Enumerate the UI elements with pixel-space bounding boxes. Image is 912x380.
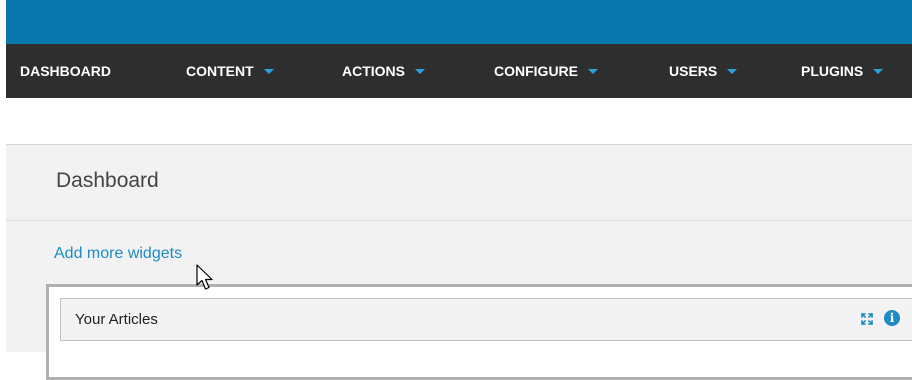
- widget-area: Your Articles i: [46, 284, 912, 380]
- caret-down-icon: [263, 69, 274, 74]
- page-header: Dashboard: [6, 145, 912, 221]
- nav-item-label: ACTIONS: [342, 63, 405, 79]
- window-edge: [0, 0, 6, 352]
- info-icon[interactable]: i: [884, 310, 900, 326]
- nav-item-users[interactable]: USERS: [669, 44, 738, 98]
- top-bar: [6, 0, 912, 44]
- caret-down-icon: [727, 69, 738, 74]
- nav-item-label: DASHBOARD: [20, 63, 111, 79]
- add-more-widgets-link[interactable]: Add more widgets: [54, 245, 182, 263]
- nav-item-label: PLUGINS: [801, 63, 864, 79]
- page-title: Dashboard: [56, 169, 159, 192]
- widget-title: Your Articles: [75, 311, 158, 328]
- widget-your-articles: Your Articles i: [60, 298, 912, 341]
- nav-item-configure[interactable]: CONFIGURE: [494, 44, 598, 98]
- secondary-bar: [6, 98, 912, 145]
- nav-item-plugins[interactable]: PLUGINS: [801, 44, 884, 98]
- caret-down-icon: [588, 69, 598, 74]
- caret-down-icon: [873, 69, 884, 74]
- maximise-icon[interactable]: [861, 313, 873, 325]
- nav-item-label: USERS: [669, 63, 718, 79]
- nav-item-content[interactable]: CONTENT: [186, 44, 274, 98]
- nav-item-label: CONTENT: [186, 63, 254, 79]
- nav-item-actions[interactable]: ACTIONS: [342, 44, 425, 98]
- mouse-pointer-icon: [196, 264, 213, 290]
- caret-down-icon: [415, 69, 425, 74]
- main-content: Dashboard Add more widgets Your Articles…: [6, 145, 912, 380]
- main-nav: DASHBOARD CONTENT ACTIONS CONFIGURE USER…: [6, 44, 912, 98]
- nav-item-label: CONFIGURE: [494, 63, 578, 79]
- nav-item-dashboard[interactable]: DASHBOARD: [20, 44, 111, 98]
